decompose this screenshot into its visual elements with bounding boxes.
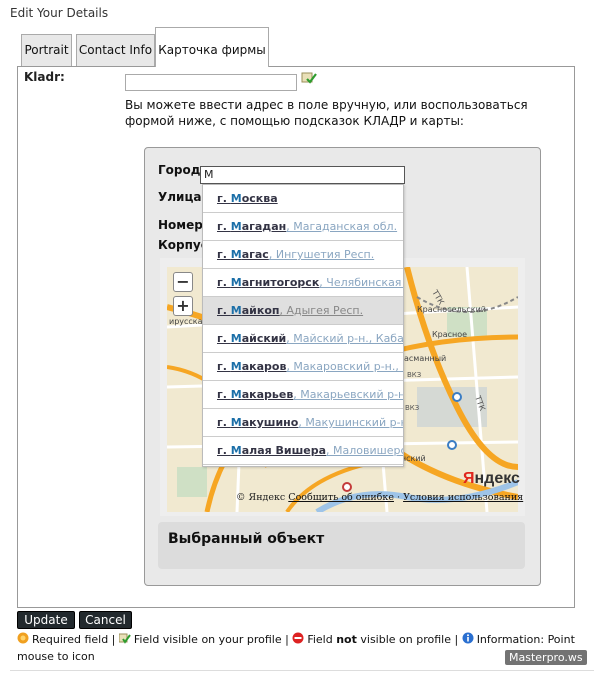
map-label: Красносельский [417, 305, 486, 314]
divider [10, 670, 594, 671]
kladr-input[interactable] [125, 74, 297, 91]
street-label: Улица [158, 190, 202, 204]
map-copyright: © Яндекс [236, 492, 286, 503]
map-footer-separator: · [397, 492, 401, 503]
map-zoom-in-button[interactable]: + [173, 296, 193, 316]
number-label: Номер [158, 218, 203, 232]
legend-not-visible-pre: Field [307, 633, 337, 646]
legend: Required field | Field visible on your p… [17, 631, 577, 665]
tab-contact-info[interactable]: Contact Info [76, 34, 155, 66]
map-label: ВКЗ [405, 404, 420, 412]
required-icon [17, 632, 29, 644]
suggestion-item[interactable]: г. Малая Вишера, Маловишерский р-н. [203, 437, 403, 465]
map-zoom-out-button[interactable]: − [173, 272, 193, 292]
suggestion-item[interactable]: г. Макарьев, Макарьевский р-н., Костр [203, 381, 403, 409]
page-title: Edit Your Details [10, 6, 109, 20]
map-label: Красное [432, 330, 467, 339]
report-error-link[interactable]: Сообщить об ошибке [288, 492, 394, 503]
suggestion-item-highlighted[interactable]: г. Майкоп, Адыгея Респ. [203, 297, 403, 325]
building-label: Корпус [158, 238, 208, 252]
legend-not-visible-post: visible on profile | [356, 633, 459, 646]
legend-not-visible-bold: not [336, 633, 357, 646]
map-label: асманный [404, 354, 446, 363]
suggestion-item[interactable]: г. Макушино, Макушинский р-н., Курган [203, 409, 403, 437]
info-icon [462, 632, 474, 644]
suggestion-item[interactable]: г. Макаров, Макаровский р-н., Сахалин [203, 353, 403, 381]
yandex-logo: Яндекс [463, 470, 520, 487]
update-button[interactable]: Update [17, 611, 75, 629]
map-label: ВКЗ [407, 371, 422, 379]
suggestion-item[interactable]: г. Магадан, Магаданская обл. [203, 213, 403, 241]
kladr-label: Kladr: [24, 70, 65, 84]
selected-object-title: Выбранный объект [168, 531, 325, 547]
map-footer: © Яндекс Сообщить об ошибке · Условия ис… [236, 492, 523, 503]
terms-link[interactable]: Условия использования [403, 492, 523, 503]
tab-portrait[interactable]: Portrait [21, 34, 72, 66]
field-visible-icon [301, 70, 317, 86]
tab-company-card[interactable]: Карточка фирмы [155, 27, 269, 67]
city-label: Город [158, 163, 201, 177]
field-hidden-icon [292, 632, 304, 644]
watermark: Masterpro.ws [505, 650, 587, 665]
suggestion-item[interactable]: г. Магас, Ингушетия Респ. [203, 241, 403, 269]
suggestion-item[interactable]: г. Майский, Майский р-н., Кабардино [203, 325, 403, 353]
suggestion-item[interactable]: г. Магнитогорск, Челябинская обл. [203, 269, 403, 297]
city-input[interactable]: М [200, 166, 405, 184]
kladr-help-text: Вы можете ввести адрес в поле вручную, и… [125, 98, 528, 128]
legend-visible: Field visible on your profile | [133, 633, 289, 646]
field-visible-icon [118, 632, 131, 644]
cancel-button[interactable]: Cancel [79, 611, 132, 629]
suggestion-item[interactable]: г. Москва [203, 185, 403, 213]
legend-required: Required field | [32, 633, 116, 646]
city-suggestions: г. Москва г. Магадан, Магаданская обл. г… [202, 184, 404, 467]
